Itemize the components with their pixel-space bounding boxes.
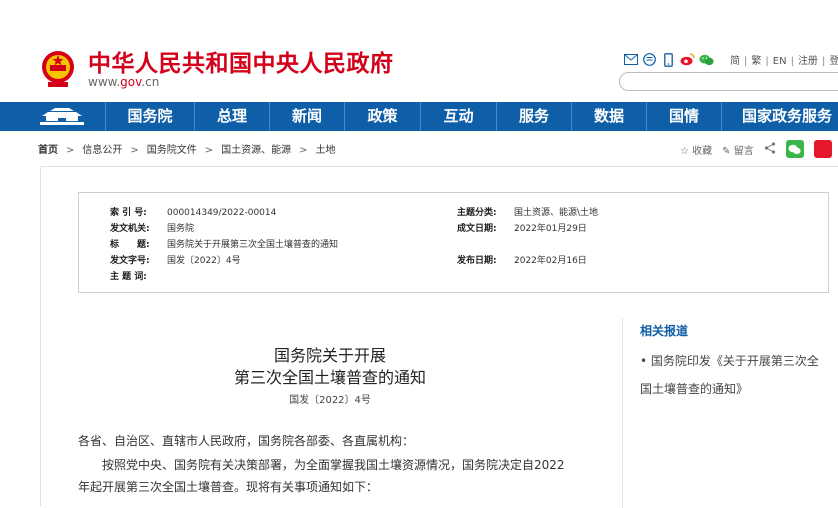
share-icon[interactable] [764, 141, 776, 157]
sidebar-divider [622, 318, 623, 508]
article-salutation: 各省、自治区、直辖市人民政府，国务院各部委、各直属机构： [78, 434, 415, 448]
comment-button[interactable]: ✎ 留言 [722, 142, 754, 157]
meta-written-date-row: 成文日期: 2022年01月29日 [457, 221, 587, 234]
article-title-line-2: 第三次全国土壤普查的通知 [233, 368, 426, 387]
star-icon: ☆ [680, 145, 689, 157]
meta-docno-row: 发文字号: 国发〔2022〕4号 [110, 253, 241, 266]
site-header: 中华人民共和国中央人民政府 www.gov.cn 简 | 繁 | EN | 注册 | 登 [0, 0, 838, 100]
mail-icon[interactable] [623, 52, 638, 67]
meta-label: 发布日期: [457, 256, 497, 266]
lang-english-link[interactable]: EN [773, 56, 787, 67]
breadcrumb-home[interactable]: 首页 [38, 145, 58, 156]
related-report-title[interactable]: 国务院印发《关于开展第三次全国土壤普查的通知》 [640, 354, 819, 396]
search-input[interactable] [619, 72, 838, 91]
divider: | [790, 56, 794, 67]
language-links: 简 | 繁 | EN | 注册 | 登 [730, 52, 838, 67]
meta-label: 标 题: [110, 240, 150, 250]
article-body-line-1: 按照党中央、国务院有关决策部署，为全面掌握我国土壤资源情况，国务院决定自2022 [102, 458, 565, 472]
meta-published-date-row: 发布日期: 2022年02月16日 [457, 253, 587, 266]
site-url: www.gov.cn [88, 75, 159, 89]
article-body-line-2: 年起开展第三次全国土壤普查。现将有关事项通知如下： [78, 480, 379, 494]
wechat-share-icon[interactable] [785, 140, 804, 158]
login-link[interactable]: 登 [829, 52, 838, 67]
top-icon-bar [623, 52, 714, 67]
meta-label: 发文字号: [110, 256, 150, 266]
nav-item-premier[interactable]: 总理 [195, 102, 269, 131]
chevron-right-icon: > [66, 145, 75, 156]
related-report-link[interactable]: • 国务院印发《关于开展第三次全国土壤普查的通知》 [640, 347, 830, 403]
article-doc-number: 国发〔2022〕4号 [289, 395, 371, 406]
chevron-right-icon: > [204, 145, 214, 156]
mobile-icon[interactable] [661, 52, 676, 67]
bullet: • [640, 354, 648, 368]
meta-issuer-row: 发文机关: 国务院 [110, 221, 194, 234]
meta-value: 国务院关于开展第三次全国土壤普查的通知 [167, 240, 339, 250]
divider: | [765, 56, 769, 67]
comment-label: 留言 [733, 145, 754, 157]
nav-item-state-council[interactable]: 国务院 [106, 102, 194, 131]
favorite-button[interactable]: ☆ 收藏 [680, 142, 712, 157]
meta-value: 国土资源、能源\土地 [514, 208, 599, 218]
divider: | [821, 56, 826, 67]
nav-item-interaction[interactable]: 互动 [421, 102, 496, 131]
meta-keywords-row: 主 题 词: [110, 269, 167, 282]
pencil-icon: ✎ [722, 145, 731, 157]
lang-traditional-link[interactable]: 繁 [751, 52, 761, 67]
meta-value: 国务院 [167, 224, 195, 234]
site-title[interactable]: 中华人民共和国中央人民政府 [88, 44, 394, 78]
app-icon[interactable] [642, 52, 657, 67]
url-domain: gov [120, 75, 142, 89]
meta-label: 发文机关: [110, 224, 150, 234]
nav-item-news[interactable]: 新闻 [270, 102, 344, 131]
url-suffix: .cn [141, 75, 160, 89]
meta-title-row: 标 题: 国务院关于开展第三次全国土壤普查的通知 [110, 237, 338, 250]
weibo-share-icon[interactable] [813, 140, 832, 158]
register-link[interactable]: 注册 [798, 52, 818, 67]
nav-item-policy[interactable]: 政策 [345, 102, 420, 131]
chevron-right-icon: > [130, 145, 139, 156]
meta-value: 2022年02月16日 [514, 256, 587, 266]
home-tiananmen-icon[interactable] [36, 105, 88, 128]
breadcrumb: 首页 > 信息公开 > 国务院文件 > 国土资源、能源 > 土地 [38, 141, 336, 156]
favorite-label: 收藏 [692, 145, 713, 157]
national-emblem-icon[interactable] [40, 49, 76, 89]
meta-category-row: 主题分类: 国土资源、能源\土地 [457, 205, 598, 218]
document-metadata-table: 索 引 号: 000014349/2022-00014 主题分类: 国土资源、能源\… [78, 192, 829, 293]
breadcrumb-land[interactable]: 土地 [316, 145, 336, 156]
meta-value: 000014349/2022-00014 [167, 208, 277, 218]
meta-index-row: 索 引 号: 000014349/2022-00014 [110, 205, 276, 218]
wechat-icon[interactable] [699, 52, 714, 67]
related-reports-heading: 相关报道 [640, 324, 689, 338]
meta-label: 主 题 词: [110, 272, 147, 282]
divider: | [744, 56, 748, 67]
meta-value: 2022年01月29日 [514, 224, 587, 234]
breadcrumb-info-open[interactable]: 信息公开 [82, 145, 122, 156]
lang-simplified-link[interactable]: 简 [730, 52, 740, 67]
breadcrumb-state-council-docs[interactable]: 国务院文件 [147, 145, 197, 156]
chevron-right-icon: > [299, 145, 308, 156]
url-prefix: www. [88, 75, 121, 89]
nav-item-gov-services[interactable]: 国家政务服务 [722, 102, 838, 131]
main-nav: 国务院 总理 新闻 政策 互动 服务 数据 国情 国家政务服务 [0, 102, 838, 131]
nav-item-services[interactable]: 服务 [497, 102, 571, 131]
nav-item-data[interactable]: 数据 [572, 102, 646, 131]
nav-item-national-info[interactable]: 国情 [647, 102, 721, 131]
meta-label: 索 引 号: [110, 208, 147, 218]
meta-value: 国发〔2022〕4号 [167, 256, 241, 266]
article-tools: ☆ 收藏 ✎ 留言 [680, 140, 832, 158]
weibo-icon[interactable] [680, 52, 695, 67]
breadcrumb-land-energy[interactable]: 国土资源、能源 [221, 145, 291, 156]
article-title-line-1: 国务院关于开展 [273, 346, 386, 365]
meta-label: 主题分类: [457, 208, 497, 218]
meta-label: 成文日期: [457, 224, 497, 234]
